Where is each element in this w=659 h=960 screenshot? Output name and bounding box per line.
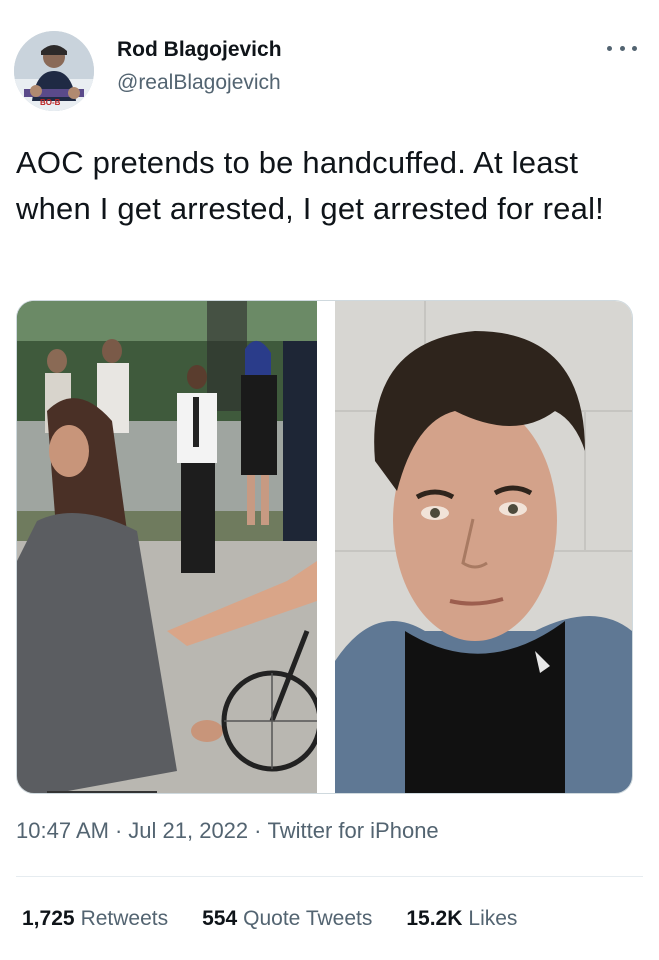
quote-tweets-stat[interactable]: 554 Quote Tweets xyxy=(202,907,372,931)
likes-stat[interactable]: 15.2K Likes xyxy=(406,907,517,931)
quote-tweets-label: Quote Tweets xyxy=(243,907,373,930)
protest-arrest-photo[interactable] xyxy=(17,301,317,793)
tweet-time[interactable]: 10:47 AM xyxy=(16,818,109,843)
separator: · xyxy=(254,818,262,843)
retweets-label: Retweets xyxy=(80,907,169,930)
tweet-date[interactable]: Jul 21, 2022 xyxy=(128,818,248,843)
tweet-text: AOC pretends to be handcuffed. At least … xyxy=(16,145,604,226)
display-name[interactable]: Rod Blagojevich xyxy=(117,38,282,62)
more-options-icon[interactable] xyxy=(607,38,637,58)
mugshot-photo[interactable] xyxy=(335,301,632,793)
tweet-metadata: 10:47 AM · Jul 21, 2022 · Twitter for iPhone xyxy=(16,818,439,844)
likes-label: Likes xyxy=(468,907,518,930)
tweet-source[interactable]: Twitter for iPhone xyxy=(267,818,438,843)
separator: · xyxy=(114,818,123,843)
avatar[interactable]: BO-B xyxy=(14,31,94,111)
user-handle[interactable]: @realBlagojevich xyxy=(117,71,281,95)
likes-count: 15.2K xyxy=(406,907,463,930)
dot xyxy=(607,45,612,51)
retweets-count: 1,725 xyxy=(22,907,75,930)
engagement-stats: 1,725 Retweets 554 Quote Tweets 15.2K Likes xyxy=(22,907,517,931)
tweet-card: BO-B Rod Blagojevich @realBlagojevich AO… xyxy=(0,0,659,960)
divider xyxy=(16,876,643,877)
retweets-stat[interactable]: 1,725 Retweets xyxy=(22,907,168,931)
avatar-image: BO-B xyxy=(14,31,94,111)
svg-text:BO-B: BO-B xyxy=(40,98,61,107)
dot xyxy=(619,45,625,51)
quote-tweets-count: 554 xyxy=(202,907,238,930)
dot xyxy=(632,45,637,51)
tweet-media[interactable] xyxy=(16,300,633,794)
